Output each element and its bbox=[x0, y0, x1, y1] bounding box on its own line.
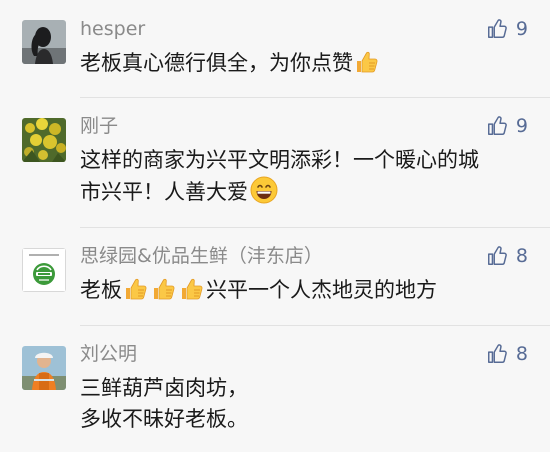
like-count: 9 bbox=[515, 115, 528, 137]
like-icon bbox=[486, 115, 508, 137]
comment-text: 老板 兴平一个人杰地灵的地方 bbox=[80, 275, 520, 306]
comment-line: 老板真心德行俱全，为你点赞 bbox=[80, 51, 353, 75]
comment-text: 这样的商家为兴平文明添彩！一个暖心的城 市兴平！人善大爱 bbox=[80, 145, 520, 208]
like-count: 8 bbox=[515, 343, 528, 365]
comment-text: 三鲜葫芦卤肉坊， 多收不昧好老板。 bbox=[80, 373, 520, 435]
comment-line: 这样的商家为兴平文明添彩！一个暖心的城 bbox=[80, 148, 479, 172]
comment-text: 老板真心德行俱全，为你点赞 bbox=[80, 48, 520, 79]
comment-line: 多收不昧好老板。 bbox=[80, 407, 248, 431]
commenter-name[interactable]: 思绿园&优品生鲜（沣东店） bbox=[80, 243, 323, 269]
thumbs-up-icon bbox=[123, 277, 149, 301]
comment-list: hesper 9 老板真心德行俱全，为你点赞 刚子 9 这样的商家为兴平文明添彩… bbox=[0, 0, 550, 452]
divider bbox=[80, 325, 550, 326]
like-icon bbox=[486, 245, 508, 267]
commenter-name[interactable]: 刚子 bbox=[80, 113, 118, 139]
comment-line: 三鲜葫芦卤肉坊， bbox=[80, 376, 248, 400]
comment-line: 市兴平！人善大爱 bbox=[80, 180, 248, 204]
like-count: 9 bbox=[515, 18, 528, 40]
comment-text-suffix: 兴平一个人杰地灵的地方 bbox=[206, 278, 437, 302]
divider bbox=[80, 97, 550, 98]
yellow-flowers-avatar[interactable] bbox=[22, 118, 66, 162]
like-button[interactable]: 8 bbox=[486, 341, 528, 367]
like-icon bbox=[486, 18, 508, 40]
green-store-logo-avatar[interactable] bbox=[22, 248, 66, 292]
like-button[interactable]: 8 bbox=[486, 243, 528, 269]
man-orange-vest-avatar[interactable] bbox=[22, 346, 66, 390]
commenter-name[interactable]: hesper bbox=[80, 16, 145, 42]
woman-silhouette-avatar[interactable] bbox=[22, 20, 66, 64]
commenter-name[interactable]: 刘公明 bbox=[80, 341, 137, 367]
thumbs-up-icon bbox=[354, 50, 380, 74]
like-button[interactable]: 9 bbox=[486, 16, 528, 42]
like-count: 8 bbox=[515, 245, 528, 267]
thumbs-up-icon bbox=[179, 277, 205, 301]
like-button[interactable]: 9 bbox=[486, 113, 528, 139]
like-icon bbox=[486, 343, 508, 365]
comment-text-prefix: 老板 bbox=[80, 278, 122, 302]
thumbs-up-icon bbox=[151, 277, 177, 301]
divider bbox=[80, 227, 550, 228]
grinning-face-icon bbox=[250, 176, 278, 204]
